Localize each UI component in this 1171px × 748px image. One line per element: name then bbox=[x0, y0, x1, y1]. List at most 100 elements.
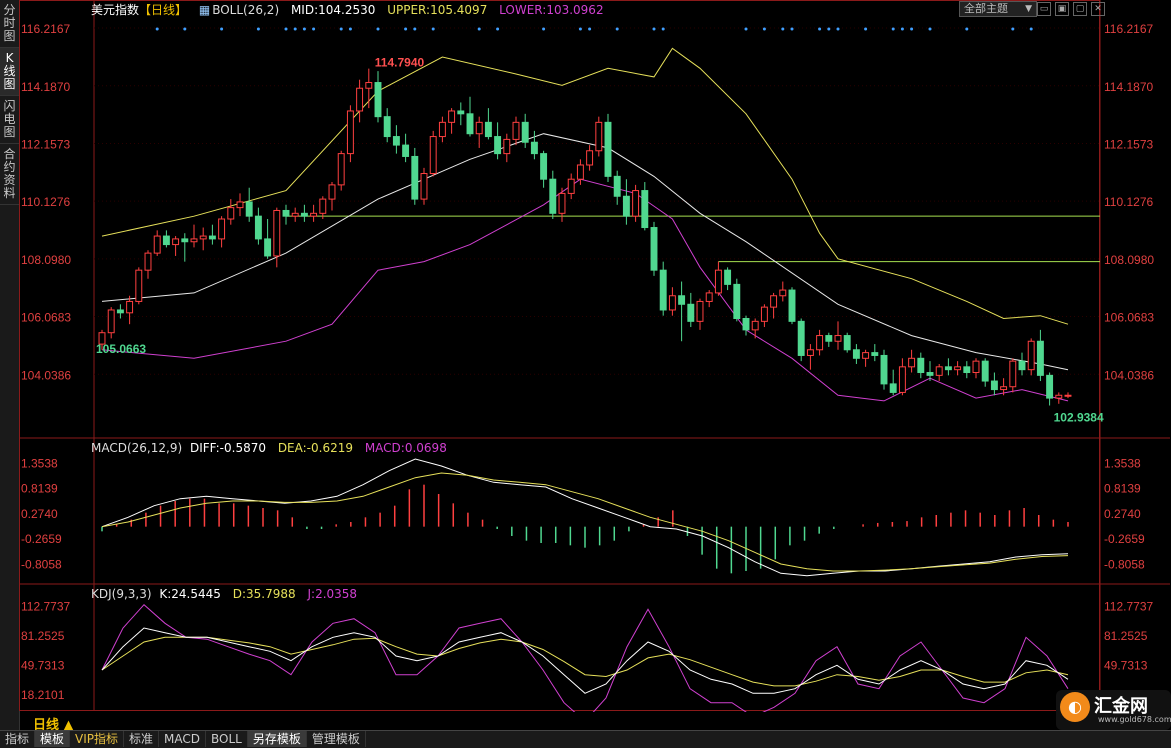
macd-axis-label-left: 0.8139 bbox=[21, 482, 58, 496]
candle-up bbox=[668, 295, 676, 311]
price-axis-label-left: 112.1573 bbox=[21, 137, 70, 151]
logo-icon: ◐ bbox=[1060, 692, 1090, 722]
signal-dot bbox=[284, 27, 288, 31]
panel-icon[interactable]: ▣ bbox=[1055, 2, 1069, 16]
candle-up bbox=[567, 178, 575, 194]
candle-up bbox=[779, 289, 787, 297]
macd-axis-label-left: -0.8058 bbox=[21, 557, 62, 571]
candle-up bbox=[1009, 360, 1017, 388]
signal-dot bbox=[928, 27, 932, 31]
signal-dot bbox=[790, 27, 794, 31]
signal-dot bbox=[1029, 27, 1033, 31]
candle-up bbox=[144, 252, 152, 271]
signal-dot bbox=[864, 27, 868, 31]
boll-upper: UPPER:105.4097 bbox=[387, 3, 488, 17]
candle-up bbox=[429, 136, 437, 175]
candle-up bbox=[770, 295, 778, 308]
signal-dot bbox=[661, 27, 665, 31]
candle-up bbox=[356, 87, 364, 112]
tab-manage-template[interactable]: 管理模板 bbox=[307, 731, 366, 747]
candle-up bbox=[365, 82, 373, 89]
tab-template[interactable]: 模板 bbox=[35, 731, 71, 747]
candle-up bbox=[503, 138, 511, 155]
candle-down bbox=[300, 212, 308, 217]
restore-icon[interactable]: ▭ bbox=[1037, 2, 1051, 16]
macd-dea-line bbox=[101, 472, 1069, 572]
kline-chart[interactable]: 116.2167 116.2167 114.1870 114.1870 112.1573… bbox=[19, 0, 1171, 712]
candle-up bbox=[714, 269, 722, 294]
kdj-j: J:2.0358 bbox=[307, 587, 358, 601]
tab-flash-chart[interactable]: 闪电图 bbox=[0, 96, 19, 144]
candle-up bbox=[576, 164, 584, 180]
candle-up bbox=[126, 300, 134, 314]
macd-axis-label-right: 1.3538 bbox=[1104, 456, 1141, 470]
candle-down bbox=[650, 227, 658, 271]
tab-time-sharing[interactable]: 分时图 bbox=[0, 0, 19, 48]
candle-down bbox=[254, 215, 262, 240]
boll-icon: ▦ bbox=[198, 3, 211, 17]
price-axis-label-left: 114.1870 bbox=[21, 80, 70, 94]
candle-up bbox=[935, 366, 943, 376]
candle-down bbox=[963, 366, 971, 374]
candle-up bbox=[448, 110, 456, 123]
candle-down bbox=[742, 318, 750, 331]
candle-down bbox=[530, 141, 538, 155]
candle-down bbox=[162, 235, 170, 246]
price-axis-label-right: 108.0980 bbox=[1104, 253, 1154, 267]
candle-down bbox=[852, 349, 860, 359]
candle-down bbox=[484, 121, 492, 138]
candle-up bbox=[199, 235, 207, 240]
macd-label: MACD(26,12,9) bbox=[91, 441, 183, 455]
candle-down bbox=[917, 357, 925, 374]
candle-down bbox=[944, 366, 952, 371]
price-axis-label-right: 116.2167 bbox=[1104, 22, 1153, 36]
signal-dot bbox=[652, 27, 656, 31]
boll-label: BOLL(26,2) bbox=[212, 3, 280, 17]
candle-up bbox=[595, 121, 603, 152]
candle-up bbox=[751, 320, 759, 331]
candle-down bbox=[1036, 340, 1044, 376]
tab-save-template[interactable]: 另存模板 bbox=[247, 731, 307, 747]
candle-down bbox=[880, 354, 888, 385]
candle-down bbox=[1018, 360, 1026, 371]
candle-up bbox=[696, 300, 704, 322]
price-panel-header: 美元指数【日线】 ▦ BOLL(26,2) MID:104.2530 UPPER:… bbox=[91, 1, 612, 18]
price-axis-label-right: 104.0386 bbox=[1104, 368, 1154, 382]
candle-down bbox=[843, 335, 851, 351]
tab-boll[interactable]: BOLL bbox=[206, 731, 248, 747]
macd-diff: DIFF:-0.5870 bbox=[189, 441, 266, 455]
close-icon[interactable]: ✕ bbox=[1091, 2, 1105, 16]
price-axis-label-right: 110.1276 bbox=[1104, 195, 1153, 209]
macd-diff-line bbox=[101, 458, 1069, 577]
signal-dot bbox=[348, 27, 352, 31]
candle-up bbox=[172, 238, 180, 246]
boll-mid-band bbox=[101, 133, 1069, 371]
tab-standard[interactable]: 标准 bbox=[124, 731, 160, 747]
candle-down bbox=[457, 110, 465, 115]
signal-dot bbox=[781, 27, 785, 31]
chart-area[interactable]: 116.2167 116.2167 114.1870 114.1870 112.1573… bbox=[19, 0, 1171, 712]
maximize-icon[interactable]: ▢ bbox=[1073, 2, 1087, 16]
candle-down bbox=[181, 238, 189, 243]
tab-kline[interactable]: K线图 bbox=[0, 48, 19, 96]
candle-up bbox=[328, 184, 336, 200]
tab-contract-info[interactable]: 合约资料 bbox=[0, 144, 19, 205]
candle-down bbox=[374, 82, 382, 118]
tab-macd[interactable]: MACD bbox=[159, 731, 207, 747]
instrument-name: 美元指数 bbox=[91, 3, 140, 17]
boll-upper-band bbox=[101, 47, 1069, 325]
kdj-panel-header: KDJ(9,3,3) K:24.5445 D:35.7988 J:2.0358 bbox=[91, 587, 365, 601]
macd-axis-label-left: -0.2659 bbox=[21, 532, 62, 546]
candle-down bbox=[825, 335, 833, 342]
kdj-j-line bbox=[101, 603, 1069, 712]
macd-value: MACD:0.0698 bbox=[364, 441, 447, 455]
candle-up bbox=[954, 366, 962, 371]
signal-dot bbox=[744, 27, 748, 31]
tab-indicator[interactable]: 指标 bbox=[0, 731, 36, 747]
theme-select[interactable]: 全部主题 ▼ bbox=[959, 1, 1037, 17]
candle-down bbox=[990, 380, 998, 391]
signal-dot bbox=[827, 27, 831, 31]
tab-vip-indicator[interactable]: VIP指标 bbox=[70, 731, 125, 747]
signal-dot bbox=[762, 27, 766, 31]
signal-dot bbox=[413, 27, 417, 31]
